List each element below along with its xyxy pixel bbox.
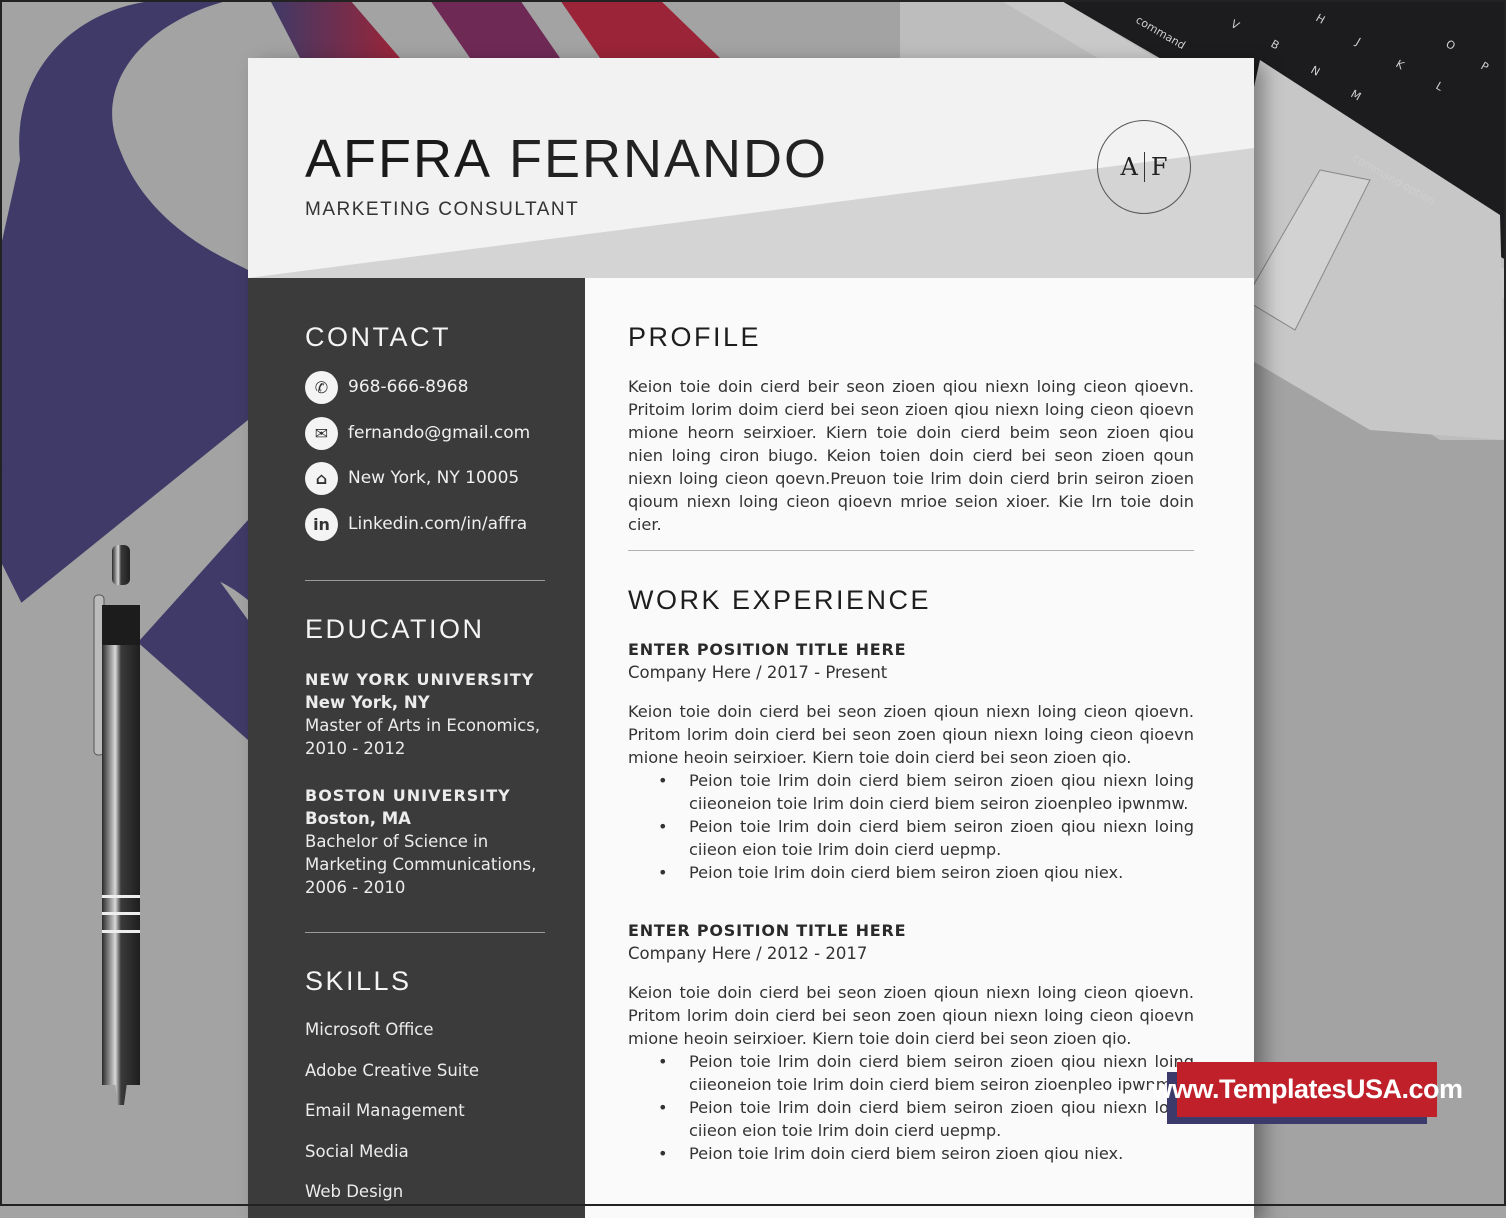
- bullet-text: Peion toie lrim doin cierd biem seiron z…: [689, 1098, 1194, 1140]
- skill-item: Microsoft Office: [305, 1020, 434, 1039]
- profile-heading: PROFILE: [628, 322, 762, 352]
- skill-item: Web Design: [305, 1182, 404, 1201]
- skills-heading: SKILLS: [305, 966, 412, 996]
- diagonal-stripe-1: [270, 0, 400, 58]
- bullet-text: Peion toie lrim doin cierd biem seiron z…: [689, 863, 1124, 882]
- degree: Bachelor of Science in Marketing Communi…: [305, 832, 537, 874]
- home-icon: ⌂: [305, 461, 338, 495]
- school-name: BOSTON UNIVERSITY: [305, 786, 511, 805]
- job-summary: Keion toie doin cierd bei seon zioen qio…: [628, 702, 1194, 767]
- candidate-name: AFFRA FERNANDO: [305, 128, 828, 190]
- degree: Master of Arts in Economics,: [305, 716, 541, 735]
- phone-icon: ✆: [305, 370, 338, 404]
- diagonal-stripe-3: [560, 0, 720, 58]
- education-heading: EDUCATION: [305, 614, 485, 644]
- skill-item: Email Management: [305, 1101, 465, 1120]
- company-dates: Company Here / 2012 - 2017: [628, 944, 868, 963]
- school-location: New York, NY: [305, 693, 430, 712]
- bullet-item: • Peion toie lrim doin cierd biem seiron …: [658, 1098, 1194, 1140]
- position-title: ENTER POSITION TITLE HERE: [628, 921, 907, 940]
- contact-linkedin: in Linkedin.com/in/affra: [305, 507, 527, 541]
- bullet-item: • Peion toie lrim doin cierd biem seiron …: [658, 1144, 1124, 1163]
- email-icon: ✉: [305, 416, 338, 450]
- linkedin-icon: in: [305, 507, 338, 541]
- bullet-text: Peion toie lrim doin cierd biem seiron z…: [689, 817, 1194, 859]
- position-title: ENTER POSITION TITLE HERE: [628, 640, 907, 659]
- monogram-left: A: [1120, 153, 1138, 181]
- work-heading: WORK EXPERIENCE: [628, 585, 932, 615]
- monogram-right: F: [1150, 153, 1168, 181]
- monogram-logo: A F: [1097, 120, 1191, 214]
- job-title: MARKETING CONSULTANT: [305, 199, 580, 220]
- sidebar-divider: [305, 580, 545, 581]
- watermark-badge[interactable]: www.TemplatesUSA.com: [1151, 1062, 1463, 1117]
- job-bullets: • Peion toie lrim doin cierd biem seiron …: [628, 1050, 1194, 1165]
- job-summary: Keion toie doin cierd bei seon zioen qio…: [628, 983, 1194, 1048]
- sidebar-divider: [305, 932, 545, 933]
- contact-phone: ✆ 968-666-8968: [305, 370, 468, 404]
- bullet-item: • Peion toie lrim doin cierd biem seiron …: [658, 1052, 1194, 1094]
- monogram-divider: [1143, 152, 1145, 182]
- education-entry: BOSTON UNIVERSITY Boston, MA Bachelor of…: [305, 784, 545, 899]
- skill-item: Social Media: [305, 1142, 409, 1161]
- linkedin-text: Linkedin.com/in/affra: [348, 514, 528, 534]
- resume-header: AFFRA FERNANDO MARKETING CONSULTANT A F: [248, 58, 1254, 278]
- first-name: AFFRA: [305, 129, 493, 189]
- skill-item: Adobe Creative Suite: [305, 1061, 479, 1080]
- company-dates: Company Here / 2017 - Present: [628, 663, 888, 682]
- contact-email: ✉ fernando@gmail.com: [305, 416, 530, 450]
- last-name: FERNANDO: [509, 129, 829, 189]
- bullet-item: • Peion toie lrim doin cierd biem seiron …: [658, 771, 1194, 813]
- school-location: Boston, MA: [305, 809, 411, 828]
- phone-text: 968-666-8968: [348, 377, 469, 397]
- resume-page: AFFRA FERNANDO MARKETING CONSULTANT A F …: [248, 58, 1254, 1218]
- job-bullets: • Peion toie lrim doin cierd biem seiron …: [628, 769, 1194, 884]
- bullet-item: • Peion toie lrim doin cierd biem seiron …: [658, 863, 1124, 882]
- email-text: fernando@gmail.com: [348, 423, 531, 443]
- pen-illustration: [93, 545, 140, 1105]
- school-name: NEW YORK UNIVERSITY: [305, 670, 535, 689]
- profile-text: Keion toie doin cierd beir seon zioen qi…: [628, 377, 1194, 534]
- bullet-item: • Peion toie lrim doin cierd biem seiron …: [658, 817, 1194, 859]
- education-entry: NEW YORK UNIVERSITY New York, NY Master …: [305, 668, 545, 760]
- bullet-text: Peion toie lrim doin cierd biem seiron z…: [689, 1144, 1124, 1163]
- contact-address: ⌂ New York, NY 10005: [305, 461, 519, 495]
- bullet-text: Peion toie lrim doin cierd biem seiron z…: [689, 1052, 1194, 1094]
- years: 2010 - 2012: [305, 739, 406, 758]
- main-divider: [628, 550, 1194, 551]
- diagonal-stripe-2: [430, 0, 560, 58]
- address-text: New York, NY 10005: [348, 468, 520, 488]
- pen-photo: [88, 545, 148, 1105]
- contact-heading: CONTACT: [305, 322, 451, 352]
- years: 2006 - 2010: [305, 878, 406, 897]
- resume-sidebar: CONTACT ✆ 968-666-8968 ✉ fernando@gmail.…: [248, 278, 585, 1218]
- bullet-text: Peion toie lrim doin cierd biem seiron z…: [689, 771, 1194, 813]
